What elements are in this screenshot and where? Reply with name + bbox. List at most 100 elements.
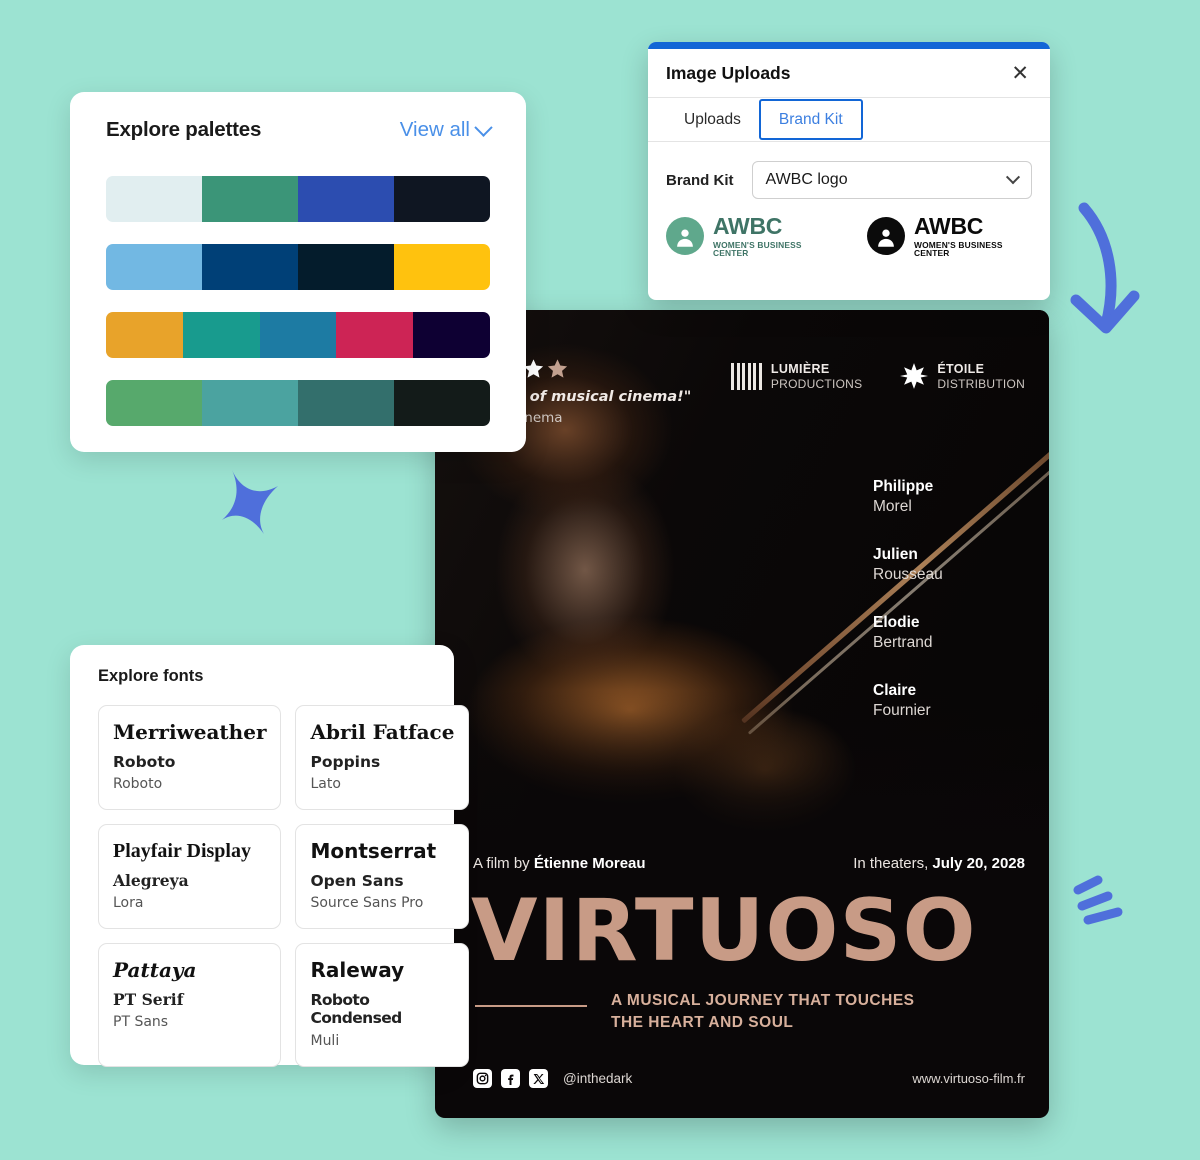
font-card-playfair-display[interactable]: Playfair Display Alegreya Lora	[98, 823, 282, 929]
studio-sub: PRODUCTIONS	[770, 376, 863, 391]
palette-row[interactable]	[106, 312, 490, 358]
font-primary: Merriweather	[113, 720, 267, 744]
logo-subtitle: WOMEN'S BUSINESS CENTER	[713, 240, 802, 259]
dialog-header: Image Uploads ✕	[648, 49, 1050, 98]
movie-poster-card[interactable]: ...iece of musical cinema!" ...Du Cinema…	[435, 310, 1049, 1118]
font-tertiary: PT Sans	[113, 1014, 169, 1031]
tab-uploads[interactable]: Uploads	[666, 98, 759, 141]
palettes-title: Explore palettes	[106, 118, 262, 141]
palette-swatch[interactable]	[394, 380, 490, 426]
close-icon[interactable]: ✕	[1008, 63, 1032, 84]
font-card-abril-fatface[interactable]: Abril Fatface Poppins Lato	[295, 705, 470, 810]
palette-swatch[interactable]	[106, 244, 202, 290]
font-primary: Abril Fatface	[310, 720, 455, 744]
cast-first-name: Claire	[873, 681, 917, 699]
palette-swatch[interactable]	[106, 312, 183, 358]
font-primary: Montserrat	[310, 838, 437, 863]
palette-swatch[interactable]	[394, 176, 490, 222]
instagram-icon[interactable]	[473, 1069, 492, 1088]
palette-swatch[interactable]	[413, 312, 490, 358]
bars-icon	[731, 362, 762, 390]
view-all-label: View all	[399, 118, 470, 141]
cast-last-name: Bertrand	[873, 634, 933, 652]
fonts-title: Explore fonts	[98, 667, 204, 685]
poster-title: VIRTUOSO	[471, 881, 977, 981]
font-card-raleway[interactable]: Raleway Roboto Condensed Muli	[295, 942, 470, 1067]
social-links: @inthedark	[473, 1069, 632, 1088]
x-twitter-icon[interactable]	[529, 1069, 548, 1088]
palette-swatch[interactable]	[298, 380, 394, 426]
font-secondary: Alegreya	[113, 870, 189, 890]
palette-row[interactable]	[106, 176, 490, 222]
palette-swatch[interactable]	[106, 176, 202, 222]
curved-down-arrow-doodle	[1070, 202, 1140, 334]
four-point-sparkle-doodle	[222, 470, 278, 534]
palette-row[interactable]	[106, 244, 490, 290]
brand-kit-value: AWBC logo	[765, 171, 848, 188]
logo-text: AWBC WOMEN'S BUSINESS CENTER	[914, 215, 1032, 258]
font-secondary: Open Sans	[310, 871, 404, 890]
star-icon	[523, 359, 544, 378]
palette-swatch[interactable]	[182, 312, 260, 358]
cast-first-name: Philippe	[873, 478, 934, 495]
poster-footer: @inthedark www.virtuoso-film.fr	[473, 1069, 1025, 1088]
palette-swatch[interactable]	[202, 380, 298, 426]
studio-sub: DISTRIBUTION	[937, 376, 1025, 391]
brand-kit-row: Brand Kit AWBC logo	[648, 142, 1050, 199]
chevron-down-icon	[1005, 170, 1021, 185]
cast-last-name: Fournier	[873, 702, 931, 720]
poster-tagline-block: A MUSICAL JOURNEY THAT TOUCHES THE HEART…	[475, 990, 1019, 1034]
palette-swatch[interactable]	[394, 244, 490, 290]
palette-row[interactable]	[106, 380, 490, 426]
font-tertiary: Roboto	[113, 776, 163, 793]
cast-last-name: Morel	[873, 498, 912, 516]
brand-kit-label: Brand Kit	[666, 171, 734, 189]
cast-item: Julien Rousseau	[873, 545, 1023, 586]
palette-swatch[interactable]	[202, 176, 298, 222]
poster-website: www.virtuoso-film.fr	[912, 1071, 1025, 1086]
poster-tagline: A MUSICAL JOURNEY THAT TOUCHES THE HEART…	[611, 990, 915, 1034]
dialog-tabs: Uploads Brand Kit	[648, 98, 1050, 142]
palette-swatch[interactable]	[259, 312, 337, 358]
font-card-merriweather[interactable]: Merriweather Roboto Roboto	[98, 705, 282, 810]
release-credit: In theaters, July 20, 2028	[853, 855, 1025, 872]
cast-item: Philippe Morel	[873, 477, 1023, 518]
logo-name: AWBC	[713, 213, 783, 239]
studio-etoile: ÉTOILE DISTRIBUTION	[900, 362, 1025, 391]
font-card-montserrat[interactable]: Montserrat Open Sans Source Sans Pro	[295, 823, 470, 929]
logo-awbc-green[interactable]: AWBC WOMEN'S BUSINESS CENTER	[666, 215, 831, 258]
facebook-icon[interactable]	[501, 1069, 520, 1088]
font-secondary: Poppins	[310, 752, 381, 771]
cast-first-name: Elodie	[873, 613, 920, 631]
studio-name: ÉTOILE	[937, 362, 985, 376]
studio-name: LUMIÈRE	[770, 362, 830, 376]
logo-awbc-black[interactable]: AWBC WOMEN'S BUSINESS CENTER	[867, 215, 1032, 258]
palette-swatch[interactable]	[202, 244, 298, 290]
star-burst-icon	[900, 363, 929, 390]
studio-logos: LUMIÈRE PRODUCTIONS ÉTOILE DISTRIBUTION	[731, 362, 1025, 391]
explore-fonts-card: Explore fonts Merriweather Roboto Roboto…	[70, 645, 470, 1067]
font-primary: Playfair Display	[113, 839, 251, 862]
palette-swatch[interactable]	[298, 176, 394, 222]
cast-first-name: Julien	[873, 545, 918, 563]
palette-swatch[interactable]	[298, 244, 394, 290]
font-tertiary: Lato	[310, 776, 341, 793]
director-prefix: A film by	[473, 855, 534, 872]
palette-swatch[interactable]	[106, 380, 202, 426]
palette-swatch[interactable]	[336, 312, 414, 358]
awbc-figure-icon	[666, 217, 704, 256]
release-date: July 20, 2028	[932, 855, 1025, 872]
three-strokes-doodle	[1073, 875, 1123, 925]
dialog-accent-bar	[648, 42, 1050, 49]
view-all-button[interactable]: View all	[399, 117, 493, 142]
tagline-divider	[475, 1005, 587, 1007]
font-secondary: Roboto Condensed	[310, 990, 402, 1028]
tagline-line-2: THE HEART AND SOUL	[611, 1014, 794, 1031]
palettes-header: Explore palettes View all	[106, 117, 493, 142]
director-name: Étienne Moreau	[533, 855, 646, 872]
dialog-title: Image Uploads	[666, 63, 791, 83]
logo-subtitle: WOMEN'S BUSINESS CENTER	[914, 240, 1003, 259]
brand-kit-select[interactable]: AWBC logo	[751, 161, 1032, 199]
font-card-pattaya[interactable]: Pattaya PT Serif PT Sans	[98, 942, 282, 1067]
tab-brand-kit[interactable]: Brand Kit	[758, 99, 863, 140]
